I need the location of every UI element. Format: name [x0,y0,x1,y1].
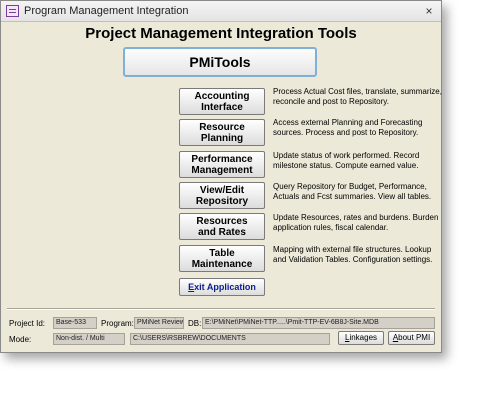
main-window: Program Management Integration × Project… [0,0,442,353]
view-edit-repository-description: Query Repository for Budget, Performance… [273,182,432,201]
view-edit-repository-button[interactable]: View/Edit Repository [179,182,265,209]
resource-planning-button[interactable]: Resource Planning [179,119,265,146]
window-title: Program Management Integration [24,5,189,17]
about-pmi-button[interactable]: About PMI [388,331,435,345]
project-id-field: Base-533 [53,317,97,329]
resource-planning-description: Access external Planning and Forecasting… [273,118,423,137]
form-icon [6,5,19,17]
program-field: PMiNet Review [134,317,184,329]
pmitools-button[interactable]: PMiTools [123,47,317,77]
accounting-interface-description: Process Actual Cost files, translate, su… [273,87,442,106]
documents-path-field: C:\USERS\RSBREW\DOCUMENTS [130,333,330,345]
accounting-interface-button[interactable]: Accounting Interface [179,88,265,115]
resources-and-rates-description: Update Resources, rates and burdens. Bur… [273,213,439,232]
page-title: Project Management Integration Tools [85,25,357,42]
about-label: bout PMI [398,333,431,342]
close-icon[interactable]: × [421,4,437,18]
table-maintenance-description: Mapping with external file structures. L… [273,245,433,264]
project-id-label: Project Id: [9,319,46,328]
table-maintenance-button[interactable]: Table Maintenance [179,245,265,272]
mode-label: Mode: [9,335,32,344]
db-path-field: E:\PMiNet\PMiNet-TTP.....\Pmit-TTP-EV-6B… [202,317,435,329]
linkages-label: inkages [349,333,378,342]
db-label: DB: [188,319,202,328]
performance-management-button[interactable]: Performance Management [179,151,265,178]
performance-management-description: Update status of work performed. Record … [273,151,420,170]
linkages-button[interactable]: Linkages [338,331,384,345]
mode-field: Non-dist. / Multi [53,333,125,345]
exit-label: xit Application [194,282,256,292]
program-label: Program: [101,319,134,328]
footer-divider [7,308,435,310]
exit-application-button[interactable]: Exit Application [179,278,265,296]
title-bar: Program Management Integration × [1,1,441,22]
resources-and-rates-button[interactable]: Resources and Rates [179,213,265,240]
